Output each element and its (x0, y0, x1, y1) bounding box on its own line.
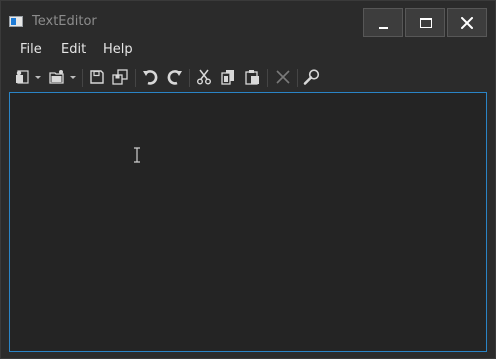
save-icon (90, 70, 104, 84)
undo-icon (143, 70, 158, 85)
open-folder-icon (49, 70, 64, 84)
close-button[interactable] (447, 8, 487, 37)
minimize-button[interactable] (363, 8, 403, 37)
open-button[interactable] (48, 68, 66, 86)
toolbar-separator (189, 69, 190, 87)
maximize-button[interactable] (405, 8, 445, 37)
menu-edit[interactable]: Edit (61, 42, 86, 57)
text-editor-window: TextEditor File Edit Help (0, 0, 496, 359)
new-dropdown-arrow[interactable] (35, 76, 41, 79)
toolbar-separator (82, 69, 83, 87)
delete-button[interactable] (274, 68, 292, 86)
title-bar[interactable]: TextEditor (1, 1, 495, 39)
undo-button[interactable] (142, 68, 160, 86)
window-title: TextEditor (32, 14, 97, 29)
copy-button[interactable] (219, 68, 237, 86)
menu-file[interactable]: File (20, 42, 42, 57)
redo-icon (167, 70, 182, 85)
toolbar-separator (297, 69, 298, 87)
save-as-icon (112, 69, 128, 85)
save-as-button[interactable] (111, 68, 129, 86)
text-cursor-icon (134, 147, 140, 163)
cut-icon (197, 69, 211, 85)
text-editor-area[interactable] (9, 92, 487, 352)
copy-icon (221, 70, 234, 85)
find-button[interactable] (303, 68, 321, 86)
app-icon (9, 16, 23, 27)
find-icon (303, 69, 320, 85)
new-document-button[interactable] (14, 68, 32, 86)
menu-bar: File Edit Help (1, 39, 495, 63)
delete-icon (276, 70, 290, 84)
new-document-icon (16, 70, 29, 84)
cut-button[interactable] (195, 68, 213, 86)
toolbar (1, 63, 495, 91)
redo-button[interactable] (165, 68, 183, 86)
open-dropdown-arrow[interactable] (70, 76, 76, 79)
paste-button[interactable] (243, 68, 261, 86)
paste-icon (245, 70, 259, 85)
close-icon (461, 17, 473, 29)
menu-help[interactable]: Help (103, 42, 133, 57)
save-button[interactable] (88, 68, 106, 86)
toolbar-separator (267, 69, 268, 87)
toolbar-separator (135, 69, 136, 87)
